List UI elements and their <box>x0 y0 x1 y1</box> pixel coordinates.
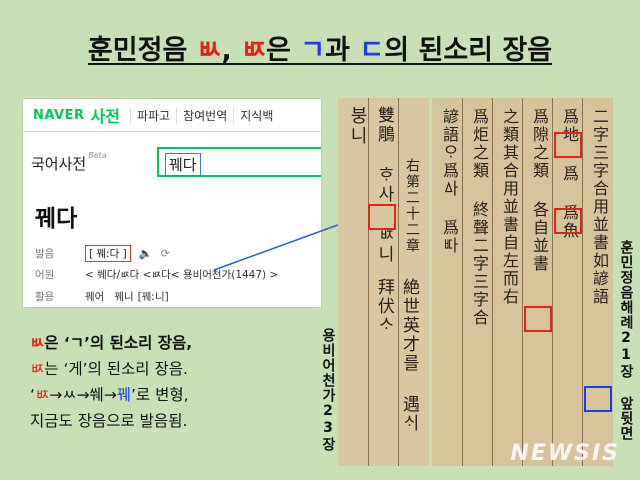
manuscript-hunminjeongeum: 諺語ᄋᆞ爲ᅀᅡ 爲ᄠᅡ 爲炬之類 終聲二字三字合 之類其合用並書自左而右 爲隙之… <box>432 98 613 466</box>
highlight-box <box>554 208 582 234</box>
manuscript-column: 之類其合用並書自左而右 <box>500 108 519 306</box>
manuscript-column: 二字三字合用並書如諺語 <box>590 108 609 306</box>
highlight-box <box>554 132 582 158</box>
manuscript-column: 右第二十二章 <box>404 158 420 254</box>
newsis-watermark: NEWSIS <box>510 441 620 466</box>
highlight-box-blue <box>584 386 612 412</box>
manuscript-yongbieocheonga: 붕니 雙鵰 ᄒᆞ사 ㅶ니 絶世英才를 遇ᄉᆡ 拜伏ᄉᆞ 右第二十二章 <box>338 98 429 466</box>
yongbieocheonga-label: 용비어천가23장 <box>320 328 336 452</box>
explanation-line-1: ㅄ은 ‘ㄱ’의 된소리 장음, <box>30 334 193 352</box>
manuscript-column: 諺語ᄋᆞ爲ᅀᅡ 爲ᄠᅡ <box>440 108 459 255</box>
highlight-box <box>524 306 552 332</box>
manuscript-column: 붕니 <box>347 106 368 146</box>
explanation-line-3: ‘ㅶ→ㅆ→쒜→꿰’로 변형, <box>30 386 189 404</box>
manuscript-column: 爲炬之類 終聲二字三字合 <box>470 108 489 327</box>
haerye-label: 훈민정음해례21장 앞뒷면 <box>618 240 634 441</box>
explanation-line-4: 지금도 장음으로 발음됨. <box>30 412 188 430</box>
highlight-box <box>368 204 396 230</box>
manuscript-column: 爲隙之類 各自並書 <box>530 108 549 273</box>
manuscript-column: 雙鵰 ᄒᆞ사 ㅶ니 <box>374 106 394 264</box>
manuscript-column: 絶世英才를 遇ᄉᆡ 拜伏ᄉᆞ <box>374 278 419 433</box>
explanation-line-2: ㅶ는 ‘게’의 된소리 장음. <box>30 360 188 378</box>
explanation-block: ㅄ은 ‘ㄱ’의 된소리 장음, ㅶ는 ‘게’의 된소리 장음. ‘ㅶ→ㅆ→쒜→꿰… <box>30 330 320 434</box>
